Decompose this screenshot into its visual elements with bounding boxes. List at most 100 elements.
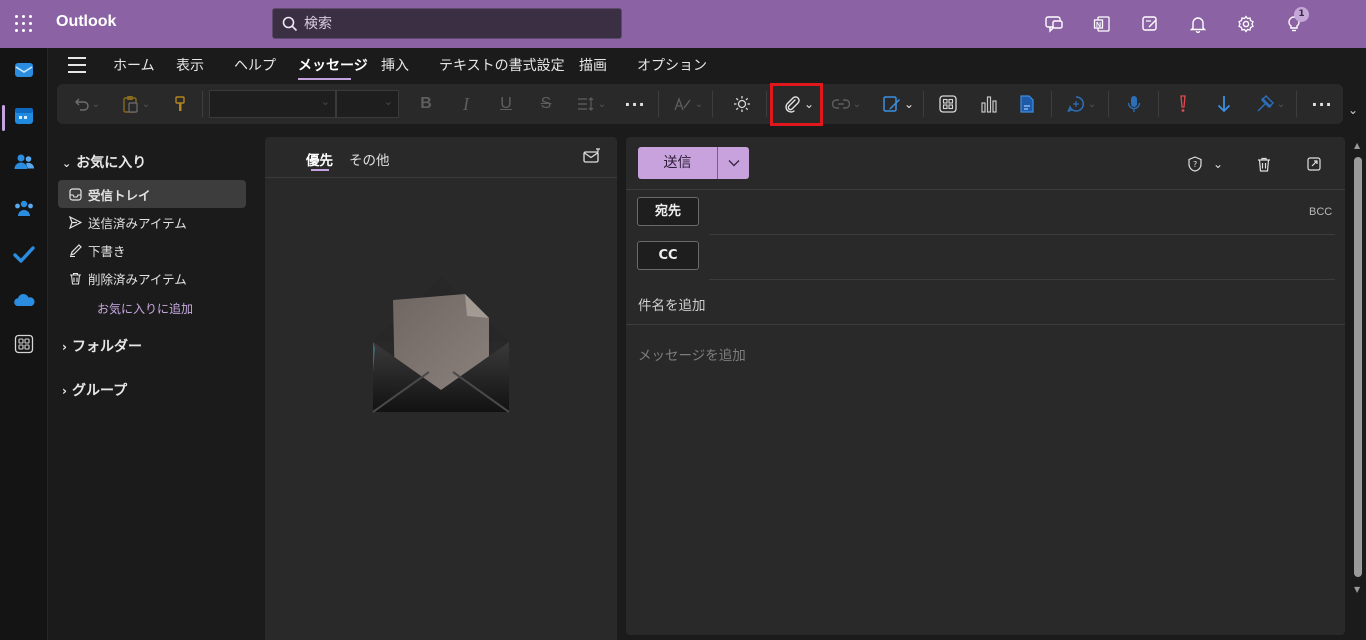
- people-icon[interactable]: [12, 150, 36, 174]
- filter-mail-icon[interactable]: [583, 148, 601, 168]
- tab-text-format[interactable]: テキストの書式設定: [439, 55, 565, 75]
- sensitivity-icon[interactable]: [1254, 93, 1276, 115]
- underline-icon[interactable]: U: [495, 93, 517, 115]
- mail-icon[interactable]: [12, 58, 36, 82]
- message-body-input[interactable]: メッセージを追加: [638, 344, 746, 364]
- bcc-link[interactable]: BCC: [1309, 206, 1332, 218]
- folder-pane: ⌄ お気に入り 受信トレイ 送信済みアイテム 下書き 削除済みアイテム お気に入り…: [48, 124, 256, 640]
- dictate-icon[interactable]: [1123, 93, 1145, 115]
- subject-input[interactable]: 件名を追加: [638, 294, 706, 314]
- send-options-chevron-icon[interactable]: [718, 147, 749, 179]
- folder-label: 下書き: [88, 243, 126, 259]
- onedrive-icon[interactable]: [12, 288, 36, 312]
- svg-text:N: N: [1096, 22, 1101, 29]
- tab-draw[interactable]: 描画: [579, 55, 607, 75]
- to-button[interactable]: 宛先: [637, 197, 699, 226]
- folder-inbox[interactable]: 受信トレイ: [58, 180, 246, 208]
- cc-button[interactable]: CC: [637, 241, 699, 270]
- paste-icon[interactable]: [119, 93, 141, 115]
- bold-icon[interactable]: B: [415, 93, 437, 115]
- todo-note-icon[interactable]: [1138, 12, 1162, 36]
- link-chevron-icon[interactable]: ⌄: [852, 93, 862, 115]
- folder-sent[interactable]: 送信済みアイテム: [58, 208, 246, 236]
- notification-badge: 1: [1294, 7, 1309, 22]
- groups-icon[interactable]: [12, 196, 36, 220]
- importance-high-icon[interactable]: [1172, 93, 1194, 115]
- ribbon-expand-chevron-icon[interactable]: ⌄: [1348, 103, 1358, 117]
- importance-low-icon[interactable]: [1213, 93, 1235, 115]
- gear-icon[interactable]: [1234, 12, 1258, 36]
- teams-chat-icon[interactable]: [1042, 12, 1066, 36]
- paste-chevron-icon[interactable]: ⌄: [141, 93, 151, 115]
- chart-icon[interactable]: [978, 93, 1000, 115]
- send-icon: [68, 215, 82, 229]
- more-options-icon[interactable]: ···: [1311, 93, 1333, 115]
- ribbon-separator: [923, 91, 924, 117]
- ribbon-separator: [712, 91, 713, 117]
- font-name-select[interactable]: ⌄: [209, 90, 336, 118]
- todo-check-icon[interactable]: [12, 242, 36, 266]
- format-painter-icon[interactable]: [169, 93, 191, 115]
- send-button[interactable]: 送信: [638, 147, 749, 179]
- message-list: 優先 その他: [265, 137, 617, 640]
- undo-icon[interactable]: [71, 93, 93, 115]
- sensitivity-chevron-icon[interactable]: ⌄: [1276, 93, 1286, 115]
- sensitivity-chevron-icon[interactable]: ⌄: [1208, 154, 1228, 174]
- folder-label: 受信トレイ: [88, 187, 151, 203]
- editor-chevron-icon[interactable]: ⌄: [694, 93, 704, 115]
- calendar-icon[interactable]: [12, 104, 36, 128]
- groups-header[interactable]: › グループ: [62, 380, 127, 400]
- discard-trash-icon[interactable]: [1254, 154, 1274, 174]
- undo-chevron-icon[interactable]: ⌄: [91, 93, 101, 115]
- tab-other[interactable]: その他: [349, 149, 390, 169]
- app-title[interactable]: Outlook: [56, 13, 116, 31]
- svg-text:?: ?: [1193, 160, 1197, 169]
- hamburger-menu-icon[interactable]: [68, 57, 86, 73]
- line-spacing-chevron-icon[interactable]: ⌄: [597, 93, 607, 115]
- loop-icon[interactable]: [1016, 93, 1038, 115]
- line-spacing-icon[interactable]: [575, 93, 597, 115]
- font-size-select[interactable]: ⌄: [336, 90, 399, 118]
- scroll-up-arrow-icon[interactable]: ▲: [1354, 141, 1360, 150]
- bell-icon[interactable]: [1186, 12, 1210, 36]
- favorites-header[interactable]: ⌄ お気に入り: [62, 152, 146, 172]
- folders-label: フォルダー: [71, 339, 142, 355]
- folders-header[interactable]: › フォルダー: [62, 336, 142, 356]
- more-icon[interactable]: ···: [624, 93, 646, 115]
- sensitivity-shield-icon[interactable]: ?: [1185, 154, 1205, 174]
- italic-icon[interactable]: I: [455, 93, 477, 115]
- ribbon-separator: [1296, 91, 1297, 117]
- scrollbar-thumb[interactable]: [1354, 157, 1362, 577]
- more-apps-icon[interactable]: [12, 332, 36, 356]
- search-input[interactable]: [304, 15, 604, 33]
- app-launcher-icon[interactable]: [14, 14, 34, 34]
- theme-icon[interactable]: [731, 93, 753, 115]
- folder-drafts[interactable]: 下書き: [58, 236, 246, 264]
- add-to-favorites-link[interactable]: お気に入りに追加: [97, 300, 193, 317]
- tab-options[interactable]: オプション: [637, 55, 707, 75]
- tab-focused[interactable]: 優先: [306, 149, 333, 169]
- tab-home[interactable]: ホーム: [113, 55, 155, 75]
- onenote-icon[interactable]: N: [1090, 12, 1114, 36]
- editor-icon[interactable]: [672, 93, 694, 115]
- signature-icon[interactable]: [881, 93, 903, 115]
- tab-help[interactable]: ヘルプ: [234, 55, 276, 75]
- favorites-label: お気に入り: [76, 155, 147, 171]
- link-icon[interactable]: [830, 93, 852, 115]
- chevron-right-icon: ›: [62, 340, 67, 354]
- compose-pane: 送信 ? ⌄ 宛先 BCC CC 件名を追加 メッセージを追加: [626, 137, 1345, 635]
- app-rail: [0, 48, 48, 640]
- copilot-icon[interactable]: [1065, 93, 1087, 115]
- tab-message[interactable]: メッセージ: [298, 55, 368, 75]
- scroll-down-arrow-icon[interactable]: ▼: [1354, 585, 1360, 594]
- copilot-chevron-icon[interactable]: ⌄: [1087, 93, 1097, 115]
- tab-view[interactable]: 表示: [176, 55, 204, 75]
- apps-icon[interactable]: [937, 93, 959, 115]
- search-box[interactable]: [272, 8, 622, 39]
- signature-chevron-icon[interactable]: ⌄: [903, 93, 915, 115]
- ribbon-separator: [1108, 91, 1109, 117]
- pop-out-icon[interactable]: [1304, 154, 1324, 174]
- tab-insert[interactable]: 挿入: [381, 55, 409, 75]
- folder-deleted[interactable]: 削除済みアイテム: [58, 264, 246, 292]
- strikethrough-icon[interactable]: S: [535, 93, 557, 115]
